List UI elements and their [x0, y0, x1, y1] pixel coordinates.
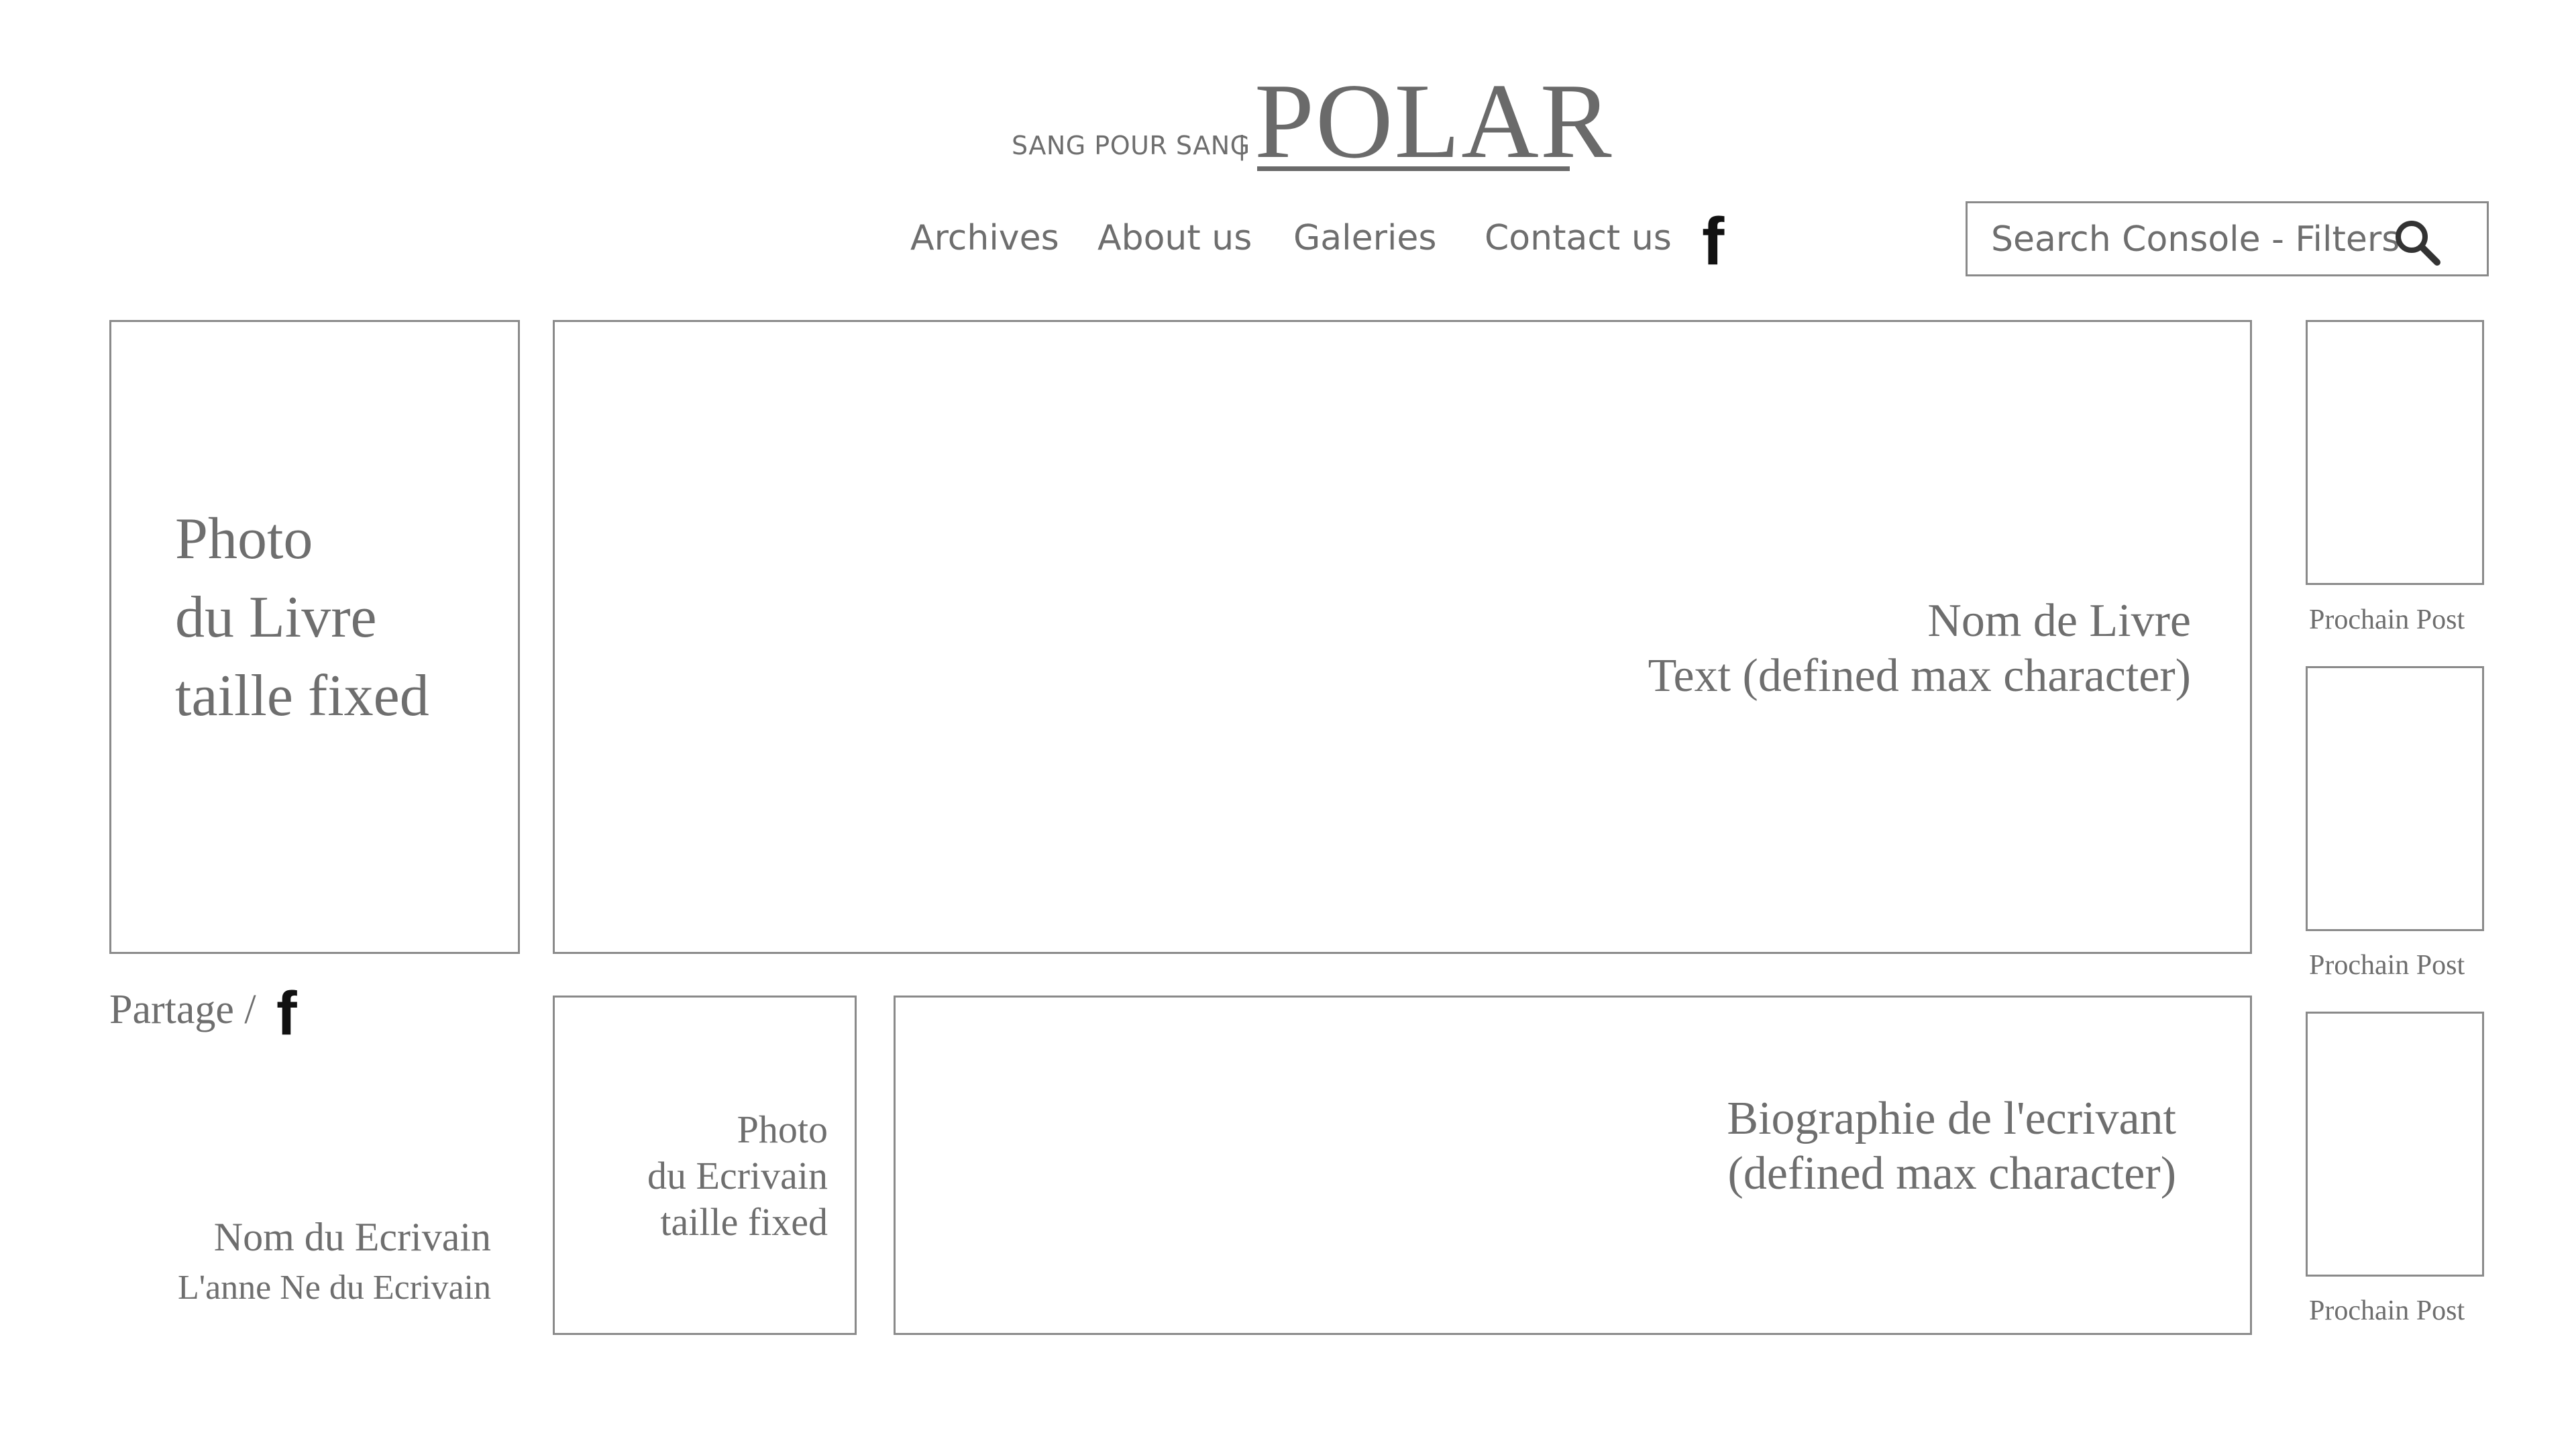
facebook-icon[interactable]: f: [276, 983, 297, 1044]
nav-item-galeries[interactable]: Galeries: [1293, 218, 1437, 258]
book-photo-panel[interactable]: Photo du Livre taille fixed: [109, 320, 520, 954]
biography-line: (defined max character): [1727, 1148, 2176, 1199]
author-biography-panel: Biographie de l'ecrivant (defined max ch…: [894, 996, 2252, 1335]
author-birth-year: L'anne Ne du Ecrivain: [177, 1269, 491, 1307]
next-post-thumbnail[interactable]: [2306, 1012, 2484, 1277]
facebook-icon[interactable]: f: [1702, 208, 1724, 275]
next-post-thumbnail[interactable]: [2306, 320, 2484, 585]
author-photo-line: du Ecrivain: [647, 1154, 828, 1197]
book-text-block: Nom de Livre Text (defined max character…: [1648, 594, 2191, 704]
biography-line: Biographie de l'ecrivant: [1727, 1093, 2176, 1144]
next-post-label[interactable]: Prochain Post: [2309, 1295, 2465, 1327]
book-photo-placeholder: Photo du Livre taille fixed: [175, 500, 429, 735]
nav-item-about-us[interactable]: About us: [1097, 218, 1252, 258]
search-input[interactable]: Search Console - Filters: [1966, 201, 2489, 276]
next-post-label[interactable]: Prochain Post: [2309, 604, 2465, 636]
book-photo-line: taille fixed: [175, 663, 429, 729]
author-photo-placeholder: Photo du Ecrivain taille fixed: [647, 1106, 828, 1245]
title-separator: |: [1238, 131, 1246, 160]
book-photo-line: Photo: [175, 506, 313, 572]
site-title[interactable]: POLAR: [1254, 67, 1613, 174]
author-photo-line: taille fixed: [660, 1200, 828, 1244]
author-photo-line: Photo: [737, 1108, 828, 1151]
book-photo-line: du Livre: [175, 585, 377, 650]
search-placeholder: Search Console - Filters: [1991, 219, 2400, 260]
nav-item-contact-us[interactable]: Contact us: [1485, 218, 1672, 258]
next-post-label[interactable]: Prochain Post: [2309, 949, 2465, 981]
site-subtitle: SANG POUR SANG: [1012, 131, 1250, 160]
next-post-thumbnail[interactable]: [2306, 666, 2484, 931]
site-title-underline: [1257, 166, 1570, 171]
book-name: Nom de Livre: [1927, 595, 2191, 647]
author-photo-panel[interactable]: Photo du Ecrivain taille fixed: [553, 996, 857, 1335]
search-icon[interactable]: [2390, 215, 2444, 269]
biography-text: Biographie de l'ecrivant (defined max ch…: [1727, 1091, 2176, 1201]
nav-item-archives[interactable]: Archives: [910, 218, 1059, 258]
book-content-panel: Nom de Livre Text (defined max character…: [553, 320, 2252, 954]
book-text: Text (defined max character): [1648, 650, 2191, 702]
author-name: Nom du Ecrivain: [213, 1215, 491, 1259]
share-label: Partage /: [109, 987, 256, 1032]
